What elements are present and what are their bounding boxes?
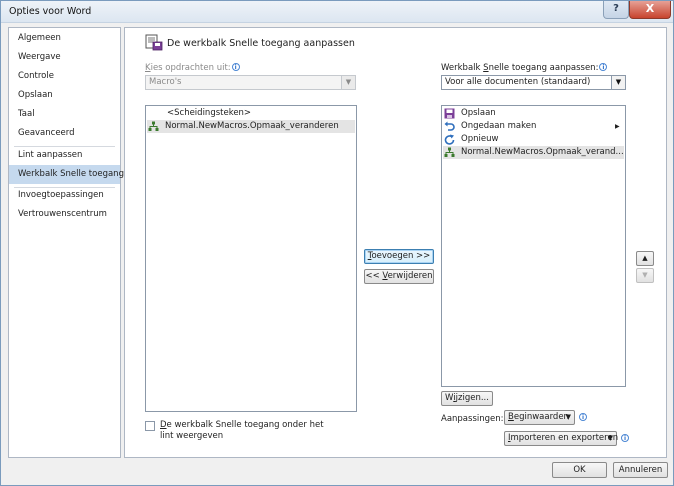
available-commands-list[interactable]: <Scheidingsteken> Normal.NewMacros.Opmaa… xyxy=(145,105,357,412)
save-icon xyxy=(444,108,455,119)
list-item-label: Opnieuw xyxy=(461,134,499,144)
choose-commands-label: Kies opdrachten uit: i xyxy=(145,63,240,73)
qat-commands-list[interactable]: Opslaan Ongedaan maken ▶ Opnieuw Normal.… xyxy=(441,105,626,387)
window-title: Opties voor Word xyxy=(9,6,92,17)
list-item-label: <Scheidingsteken> xyxy=(167,108,252,118)
info-icon: i xyxy=(621,434,629,442)
add-button[interactable]: Toevoegen >> xyxy=(364,249,434,264)
import-export-dropdown-button[interactable]: Importeren en exporteren ▼ xyxy=(504,431,619,446)
sidebar-item-algemeen[interactable]: Algemeen xyxy=(9,29,120,48)
list-item-macro[interactable]: Normal.NewMacros.Opmaak_verand... xyxy=(443,146,624,159)
customize-qat-text: nelle toegang aanpassen: xyxy=(488,63,599,73)
submenu-arrow-icon: ▶ xyxy=(615,123,620,130)
customize-qat-label: Werkbalk Snelle toegang aanpassen: i xyxy=(441,63,608,73)
list-item-label: Normal.NewMacros.Opmaak_veranderen xyxy=(165,121,339,131)
chevron-down-icon: ▼ xyxy=(611,76,625,89)
cancel-button[interactable]: Annuleren xyxy=(613,462,668,478)
sidebar-item-opslaan[interactable]: Opslaan xyxy=(9,86,120,105)
show-below-ribbon-label[interactable]: De werkbalk Snelle toegang onder het lin… xyxy=(160,420,335,442)
list-item-label: Opslaan xyxy=(461,108,496,118)
choose-commands-value: Macro's xyxy=(149,77,182,87)
customize-qat-value: Voor alle documenten (standaard) xyxy=(445,77,591,87)
qat-panel: De werkbalk Snelle toegang aanpassen Kie… xyxy=(124,27,667,458)
choose-commands-text: ies opdrachten uit: xyxy=(150,63,231,73)
chevron-down-icon: ▼ xyxy=(341,76,355,89)
show-below-ribbon-checkbox[interactable] xyxy=(145,421,155,431)
sidebar-item-werkbalk-snelle-toegang[interactable]: Werkbalk Snelle toegang xyxy=(9,165,124,184)
remove-button[interactable]: << Verwijderen xyxy=(364,269,434,284)
sidebar-item-lint-aanpassen[interactable]: Lint aanpassen xyxy=(9,146,120,165)
quick-access-toolbar-icon xyxy=(145,34,163,51)
list-item-macro[interactable]: Normal.NewMacros.Opmaak_veranderen xyxy=(147,120,355,133)
undo-icon xyxy=(444,121,455,131)
add-button-text: oevoegen >> xyxy=(371,251,431,261)
chevron-down-icon: ▼ xyxy=(565,413,571,421)
remove-button-text: erwijderen xyxy=(387,271,433,281)
modify-button[interactable]: Wijzigen... xyxy=(441,391,493,406)
macro-icon xyxy=(444,147,455,157)
chevron-down-icon: ▼ xyxy=(607,434,613,442)
customize-qat-dropdown[interactable]: Voor alle documenten (standaard) ▼ xyxy=(441,75,626,90)
show-below-ribbon-text: e werkbalk Snelle toegang onder het lint… xyxy=(160,420,324,441)
list-item-label: Ongedaan maken xyxy=(461,121,537,131)
ok-button[interactable]: OK xyxy=(552,462,607,478)
help-button[interactable]: ? xyxy=(603,1,629,19)
sidebar-item-weergave[interactable]: Weergave xyxy=(9,48,120,67)
list-item-opnieuw[interactable]: Opnieuw xyxy=(443,133,624,146)
options-sidebar: Algemeen Weergave Controle Opslaan Taal … xyxy=(8,27,124,458)
sidebar-item-controle[interactable]: Controle xyxy=(9,67,120,86)
redo-icon xyxy=(444,134,455,145)
list-item-label: Normal.NewMacros.Opmaak_verand... xyxy=(461,147,624,157)
reset-dropdown-button[interactable]: Beginwaarden ▼ xyxy=(504,410,575,425)
list-item-separator[interactable]: <Scheidingsteken> xyxy=(147,107,355,120)
sidebar-item-taal[interactable]: Taal xyxy=(9,105,120,124)
remove-button-prefix: << xyxy=(365,271,383,281)
reset-button-text: eginwaarden xyxy=(513,412,569,422)
sidebar-item-vertrouwenscentrum[interactable]: Vertrouwenscentrum xyxy=(9,205,120,224)
move-up-button[interactable]: ▲ xyxy=(636,251,654,266)
import-export-text: mporteren en exporteren xyxy=(510,433,619,443)
choose-commands-dropdown[interactable]: Macro's ▼ xyxy=(145,75,356,90)
info-icon: i xyxy=(231,63,240,71)
list-item-opslaan[interactable]: Opslaan xyxy=(443,107,624,120)
section-title: De werkbalk Snelle toegang aanpassen xyxy=(167,38,355,49)
macro-icon xyxy=(148,121,159,131)
sidebar-item-geavanceerd[interactable]: Geavanceerd xyxy=(9,124,120,143)
modify-button-text: jzigen... xyxy=(455,393,489,403)
options-dialog: Opties voor Word ? X Algemeen Weergave C… xyxy=(0,0,674,486)
customize-qat-prefix: Werkbalk xyxy=(441,63,484,73)
info-icon: i xyxy=(579,413,587,421)
list-item-ongedaan-maken[interactable]: Ongedaan maken ▶ xyxy=(443,120,624,133)
title-bar[interactable]: Opties voor Word ? X xyxy=(1,1,673,23)
info-icon: i xyxy=(599,63,608,71)
move-down-button[interactable]: ▼ xyxy=(636,268,654,283)
customizations-label: Aanpassingen: xyxy=(441,414,504,424)
close-button[interactable]: X xyxy=(629,1,671,19)
sidebar-item-invoegtoepassingen[interactable]: Invoegtoepassingen xyxy=(9,186,120,205)
